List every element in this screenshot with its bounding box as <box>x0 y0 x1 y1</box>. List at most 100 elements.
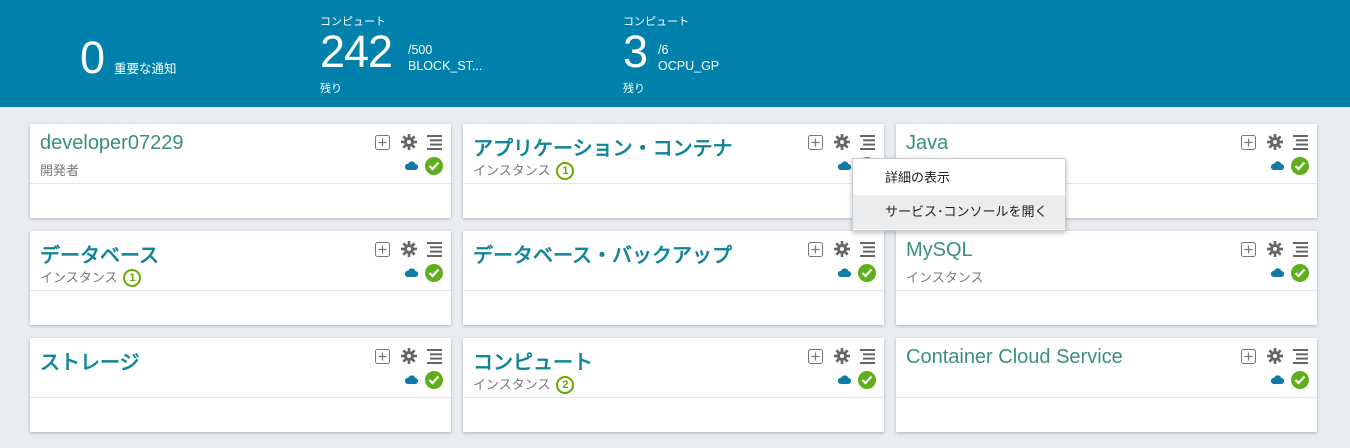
check-icon <box>425 157 443 175</box>
gear-icon[interactable] <box>833 241 850 258</box>
card-title[interactable]: Java <box>906 132 948 155</box>
storage-card[interactable]: ストレージ <box>30 338 451 432</box>
card-title[interactable]: MySQL <box>906 239 973 262</box>
gear-icon[interactable] <box>1266 134 1283 151</box>
dashboard-header: 0 重要な通知 コンピュート 242 /500 BLOCK_ST... 残り コ… <box>0 0 1350 107</box>
notifications-count: 0 <box>80 32 105 83</box>
card-header: ストレージ <box>30 338 451 398</box>
card-header: データベース・バックアップ <box>463 231 884 291</box>
service-status <box>1270 157 1309 175</box>
instance-count-badge: 1 <box>123 268 142 287</box>
menu-icon[interactable] <box>859 134 876 151</box>
card-actions <box>374 240 443 258</box>
metric-value: 242 <box>320 26 393 77</box>
menu-icon[interactable] <box>426 348 443 365</box>
card-actions <box>1240 347 1309 365</box>
gear-icon[interactable] <box>400 134 417 151</box>
check-icon <box>858 264 876 282</box>
cloud-icon <box>404 371 419 389</box>
card-title[interactable]: コンピュート <box>473 346 593 375</box>
gear-icon[interactable] <box>1266 241 1283 258</box>
card-title[interactable]: データベース <box>40 239 159 268</box>
menu-icon[interactable] <box>859 348 876 365</box>
card-subtitle-text: インスタンス <box>473 163 551 178</box>
cloud-icon <box>837 157 852 175</box>
application-container-card[interactable]: アプリケーション・コンテナ インスタンス 1 <box>463 124 884 218</box>
card-subtitle: インスタンス 1 <box>40 267 142 288</box>
mysql-card[interactable]: MySQL インスタンス <box>896 231 1317 325</box>
gear-icon[interactable] <box>833 348 850 365</box>
cloud-icon <box>837 264 852 282</box>
menu-item-open-service-console[interactable]: サービス･コンソールを開く <box>853 195 1065 229</box>
notifications-metric[interactable]: 0 重要な通知 <box>80 35 177 80</box>
card-actions <box>807 347 876 365</box>
expand-icon[interactable] <box>374 134 391 151</box>
container-cloud-card[interactable]: Container Cloud Service <box>896 338 1317 432</box>
cloud-icon <box>404 264 419 282</box>
gear-icon[interactable] <box>400 241 417 258</box>
service-context-menu: 詳細の表示 サービス･コンソールを開く <box>852 158 1066 231</box>
check-icon <box>1291 371 1309 389</box>
card-subtitle: インスタンス 2 <box>473 374 575 395</box>
cloud-icon <box>1270 264 1285 282</box>
card-header: データベース インスタンス 1 <box>30 231 451 291</box>
card-title[interactable]: データベース・バックアップ <box>473 239 732 268</box>
compute-card[interactable]: コンピュート インスタンス 2 <box>463 338 884 432</box>
card-title[interactable]: ストレージ <box>40 346 140 375</box>
menu-item-view-details[interactable]: 詳細の表示 <box>853 161 1065 195</box>
notifications-label: 重要な通知 <box>114 62 177 76</box>
menu-icon[interactable] <box>1292 134 1309 151</box>
instance-count-badge: 2 <box>556 375 575 394</box>
card-actions <box>807 240 876 258</box>
service-status <box>837 371 876 389</box>
check-icon <box>858 371 876 389</box>
menu-icon[interactable] <box>859 241 876 258</box>
service-status <box>1270 371 1309 389</box>
menu-icon[interactable] <box>1292 241 1309 258</box>
card-subtitle-text: インスタンス <box>473 377 551 392</box>
card-header: コンピュート インスタンス 2 <box>463 338 884 398</box>
card-title[interactable]: アプリケーション・コンテナ <box>473 132 733 161</box>
expand-icon[interactable] <box>1240 241 1257 258</box>
expand-icon[interactable] <box>1240 348 1257 365</box>
expand-icon[interactable] <box>807 348 824 365</box>
check-icon <box>1291 157 1309 175</box>
check-icon <box>425 371 443 389</box>
card-actions <box>374 133 443 151</box>
menu-icon[interactable] <box>426 134 443 151</box>
metric-remaining-label: 残り <box>320 83 342 95</box>
card-title[interactable]: Container Cloud Service <box>906 346 1123 369</box>
card-subtitle: インスタンス <box>906 267 983 286</box>
database-card[interactable]: データベース インスタンス 1 <box>30 231 451 325</box>
card-subtitle-text: 開発者 <box>40 163 80 178</box>
menu-icon[interactable] <box>426 241 443 258</box>
expand-icon[interactable] <box>807 241 824 258</box>
card-header: developer07229 開発者 <box>30 124 451 184</box>
card-subtitle-text: インスタンス <box>40 270 118 285</box>
gear-icon[interactable] <box>400 348 417 365</box>
card-subtitle-text: インスタンス <box>906 270 984 285</box>
expand-icon[interactable] <box>374 241 391 258</box>
service-status <box>837 264 876 282</box>
expand-icon[interactable] <box>1240 134 1257 151</box>
card-actions <box>1240 240 1309 258</box>
card-subtitle: 開発者 <box>40 160 79 179</box>
gear-icon[interactable] <box>1266 348 1283 365</box>
gear-icon[interactable] <box>833 134 850 151</box>
expand-icon[interactable] <box>807 134 824 151</box>
metric-resource-name: OCPU_GP <box>658 59 720 73</box>
menu-icon[interactable] <box>1292 348 1309 365</box>
check-icon <box>1291 264 1309 282</box>
developer-card[interactable]: developer07229 開発者 <box>30 124 451 218</box>
card-title[interactable]: developer07229 <box>40 132 183 155</box>
card-header: Container Cloud Service <box>896 338 1317 398</box>
card-subtitle: インスタンス 1 <box>473 160 575 181</box>
metric-limit: /500 <box>408 43 433 57</box>
cloud-icon <box>404 157 419 175</box>
cloud-icon <box>837 371 852 389</box>
card-header: アプリケーション・コンテナ インスタンス 1 <box>463 124 884 184</box>
database-backup-card[interactable]: データベース・バックアップ <box>463 231 884 325</box>
expand-icon[interactable] <box>374 348 391 365</box>
check-icon <box>425 264 443 282</box>
card-header: MySQL インスタンス <box>896 231 1317 291</box>
